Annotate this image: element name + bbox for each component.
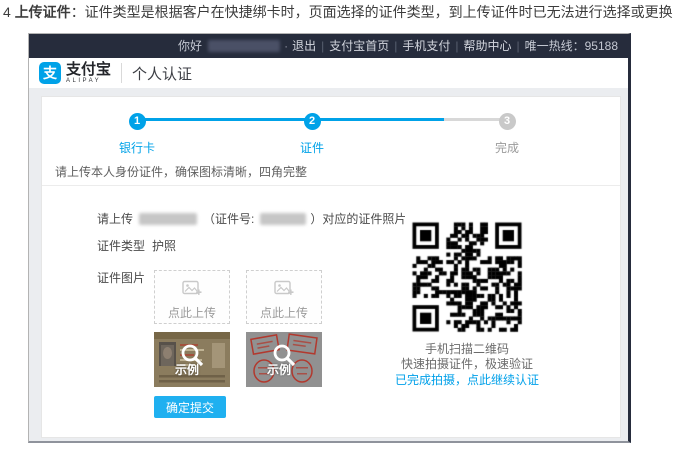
example-overlay: 示例 xyxy=(246,332,322,387)
nav-separator: | xyxy=(321,39,324,53)
example-passport-stamp-page[interactable]: 示例 xyxy=(246,332,322,387)
redacted-username xyxy=(208,40,280,52)
qr-caption-line1: 手机扫描二维码 xyxy=(377,342,557,357)
qr-code xyxy=(405,215,529,339)
nav-separator: | xyxy=(455,39,458,53)
submit-button[interactable]: 确定提交 xyxy=(154,396,226,418)
step-certificate: 2 证件 xyxy=(272,111,352,156)
upload-notice-text: 请上传本人身份证件，确保图标清晰，四角完整 xyxy=(55,163,307,180)
example-label: 示例 xyxy=(175,361,199,378)
upload-box-front[interactable]: 点此上传 xyxy=(154,270,230,324)
step-label-complete: 完成 xyxy=(467,139,547,156)
qr-caption-line2: 快速拍摄证件，极速验证 xyxy=(377,357,557,372)
main-panel: 1 银行卡 2 证件 3 完成 请上传本人身份证件，确保图标清晰，四角完整 请上… xyxy=(41,96,621,438)
page-title: 4 上传证件：证件类型是根据客户在快捷绑卡时，页面选择的证件类型，到上传证件时已… xyxy=(3,2,675,22)
logo-bar: 支 支付宝 ALIPAY 个人认证 xyxy=(29,58,628,88)
upload-box-label: 点此上传 xyxy=(247,304,321,321)
redacted-name xyxy=(139,213,197,225)
title-number: 4 xyxy=(3,4,15,20)
vertical-divider xyxy=(121,63,122,83)
page-body: 1 银行卡 2 证件 3 完成 请上传本人身份证件，确保图标清晰，四角完整 请上… xyxy=(29,88,628,441)
nav-link-mobile-pay[interactable]: 手机支付 xyxy=(402,39,450,53)
greeting-text: 你好 xyxy=(178,39,202,53)
title-bold-text: 上传证件 xyxy=(15,4,71,20)
example-overlay: 示例 xyxy=(154,332,230,387)
cert-no-label: （证件号: xyxy=(203,212,254,226)
product-title: 个人认证 xyxy=(132,63,192,84)
step-circle-3: 3 xyxy=(499,113,516,130)
nav-separator: | xyxy=(394,39,397,53)
add-image-icon xyxy=(274,280,294,297)
dot-separator: · xyxy=(284,39,288,53)
nav-link-help-center[interactable]: 帮助中心 xyxy=(463,39,511,53)
add-image-icon xyxy=(182,280,202,297)
prompt-prefix: 请上传 xyxy=(97,212,133,226)
cert-type-row: 证件类型护照 xyxy=(97,237,176,254)
logout-link[interactable]: 退出 xyxy=(292,39,316,53)
redacted-cert-number xyxy=(260,213,306,225)
brand-name: 支付宝 xyxy=(66,62,111,77)
alipay-logo-icon: 支 xyxy=(39,62,61,84)
cert-images-label: 证件图片 xyxy=(97,269,145,286)
step-label-certificate: 证件 xyxy=(272,139,352,156)
continue-verification-link[interactable]: 已完成拍摄，点此继续认证 xyxy=(377,373,557,388)
cert-type-label: 证件类型 xyxy=(97,239,145,253)
step-complete: 3 完成 xyxy=(467,111,547,156)
alipay-brand: 支付宝 ALIPAY xyxy=(66,62,111,84)
upload-box-back[interactable]: 点此上传 xyxy=(246,270,322,324)
step-bank-card: 1 银行卡 xyxy=(97,111,177,156)
nav-separator: | xyxy=(517,39,520,53)
example-passport-photo-page[interactable]: 示例 xyxy=(154,332,230,387)
brand-subtitle: ALIPAY xyxy=(66,78,111,84)
title-rest-text: ：证件类型是根据客户在快捷绑卡时，页面选择的证件类型，到上传证件时已无法进行选择… xyxy=(71,4,673,20)
cert-type-value: 护照 xyxy=(152,239,176,253)
section-divider xyxy=(42,185,620,186)
alipay-logo-glyph: 支 xyxy=(43,63,57,83)
qr-panel: 手机扫描二维码 快速拍摄证件，极速验证 已完成拍摄，点此继续认证 xyxy=(377,215,557,388)
top-navbar: 你好 · 退出 | 支付宝首页 | 手机支付 | 帮助中心 | 唯一热线：95188 xyxy=(29,34,628,58)
upload-box-label: 点此上传 xyxy=(155,304,229,321)
upload-prompt-row: 请上传（证件号:）对应的证件照片 xyxy=(97,210,406,227)
step-circle-2: 2 xyxy=(304,113,321,130)
example-label: 示例 xyxy=(267,361,291,378)
step-label-bank-card: 银行卡 xyxy=(97,139,177,156)
nav-link-alipay-home[interactable]: 支付宝首页 xyxy=(329,39,389,53)
alipay-browser-window: 你好 · 退出 | 支付宝首页 | 手机支付 | 帮助中心 | 唯一热线：95188 支 支付宝 A… xyxy=(28,33,631,443)
hotline-text: 唯一热线：95188 xyxy=(525,39,618,53)
step-circle-1: 1 xyxy=(129,113,146,130)
